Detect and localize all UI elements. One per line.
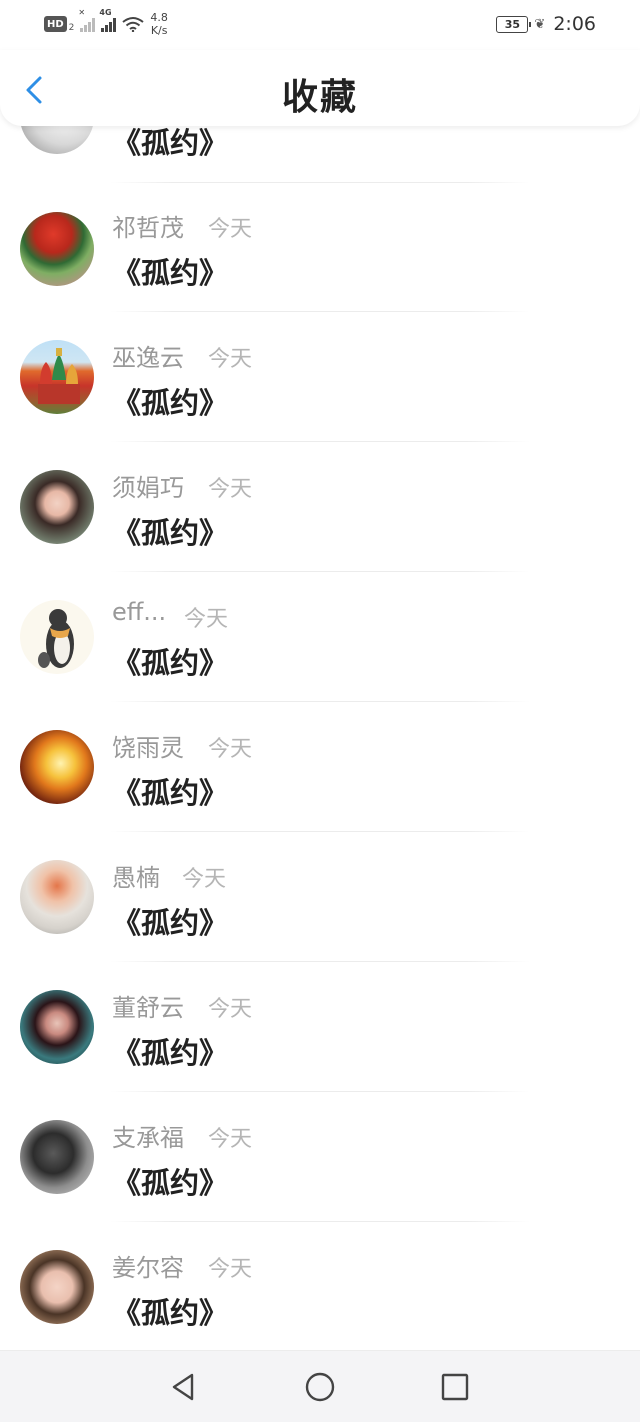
timestamp: 今天 — [208, 217, 253, 242]
avatar — [20, 1250, 94, 1324]
timestamp: 今天 — [184, 607, 229, 632]
header-bar: 收藏 — [0, 50, 640, 126]
message-text: 《孤约》 — [112, 126, 229, 160]
user-name: eff... — [112, 598, 167, 626]
message-text: 《孤约》 — [112, 386, 229, 420]
network-type: 4G — [99, 8, 112, 17]
clock: 2:06 — [553, 13, 596, 35]
user-name: 巫逸云 — [112, 344, 184, 372]
list-item[interactable]: eff... 今天 《孤约》 — [0, 572, 640, 702]
no-signal-mark: ✕ — [78, 8, 86, 17]
avatar — [20, 600, 94, 674]
status-bar: HD 2 ✕ 4G 4.8 K/s 35 ❦ 2:06 — [0, 0, 640, 48]
signal-sim1-icon: ✕ — [78, 8, 96, 32]
avatar — [20, 990, 94, 1064]
message-text: 《孤约》 — [112, 646, 229, 680]
network-speed: 4.8 K/s — [150, 11, 168, 37]
avatar — [20, 212, 94, 286]
nav-recents-button[interactable] — [437, 1369, 473, 1405]
screen: 《孤约》 祁哲茂 今天 《孤约》 巫逸云 今天 《孤约》 须娟巧 今天 《孤约》… — [0, 0, 640, 1422]
avatar — [20, 470, 94, 544]
message-text: 《孤约》 — [112, 906, 229, 940]
cathedral-icon — [38, 348, 80, 404]
penguin-icon — [38, 609, 74, 668]
speed-unit: K/s — [150, 24, 168, 37]
page-title: 收藏 — [281, 77, 358, 118]
hd-badge: HD — [44, 16, 67, 32]
list-item[interactable]: 董舒云 今天 《孤约》 — [0, 962, 640, 1092]
avatar — [20, 860, 94, 934]
timestamp: 今天 — [208, 997, 253, 1022]
battery-icon: 35 — [496, 15, 532, 33]
avatar — [20, 730, 94, 804]
power-saving-leaf-icon: ❦ — [534, 16, 546, 32]
user-name: 支承福 — [112, 1124, 184, 1152]
list-item[interactable]: 巫逸云 今天 《孤约》 — [0, 312, 640, 442]
message-text: 《孤约》 — [112, 776, 229, 810]
user-name: 祁哲茂 — [112, 214, 184, 242]
user-name: 董舒云 — [112, 994, 184, 1022]
status-right: 35 ❦ 2:06 — [496, 6, 596, 42]
nav-home-button[interactable] — [302, 1369, 338, 1405]
message-text: 《孤约》 — [112, 256, 229, 290]
triangle-back-icon — [172, 1373, 194, 1401]
list-item[interactable]: 须娟巧 今天 《孤约》 — [0, 442, 640, 572]
avatar — [20, 340, 94, 414]
square-recents-icon — [441, 1373, 469, 1401]
list-item[interactable]: 姜尔容 今天 《孤约》 — [0, 1222, 640, 1352]
user-name: 饶雨灵 — [112, 734, 184, 762]
timestamp: 今天 — [208, 347, 253, 372]
message-text: 《孤约》 — [112, 516, 229, 550]
timestamp: 今天 — [208, 1127, 253, 1152]
status-left: HD 2 ✕ 4G 4.8 K/s — [44, 6, 168, 42]
list-item[interactable]: 支承福 今天 《孤约》 — [0, 1092, 640, 1222]
wifi-icon — [122, 16, 145, 33]
user-name: 须娟巧 — [112, 474, 184, 502]
user-name: 愚楠 — [112, 864, 160, 892]
list-item[interactable]: 祁哲茂 今天 《孤约》 — [0, 182, 640, 312]
message-text: 《孤约》 — [112, 1296, 229, 1330]
speed-value: 4.8 — [150, 11, 168, 24]
battery-level: 35 — [504, 17, 521, 31]
signal-sim2-icon: 4G — [99, 8, 117, 32]
message-text: 《孤约》 — [112, 1166, 229, 1200]
hd-sub: 2 — [68, 23, 75, 33]
list-item[interactable]: 饶雨灵 今天 《孤约》 — [0, 702, 640, 832]
avatar — [20, 1120, 94, 1194]
timestamp: 今天 — [182, 867, 227, 892]
circle-home-icon — [305, 1372, 335, 1402]
timestamp: 今天 — [208, 737, 253, 762]
list-item[interactable]: 愚楠 今天 《孤约》 — [0, 832, 640, 962]
timestamp: 今天 — [208, 477, 253, 502]
navigation-bar — [0, 1350, 640, 1422]
user-name: 姜尔容 — [112, 1254, 184, 1282]
timestamp: 今天 — [208, 1257, 253, 1282]
nav-back-button[interactable] — [166, 1369, 202, 1405]
message-text: 《孤约》 — [112, 1036, 229, 1070]
